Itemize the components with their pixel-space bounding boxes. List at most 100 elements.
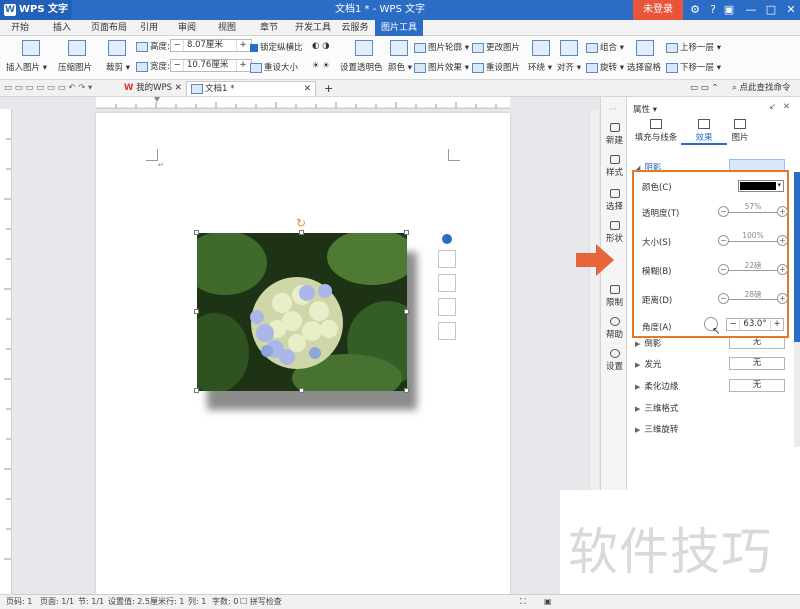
image-effects-button[interactable]: 图片效果 ▾ (414, 61, 469, 73)
resize-handle[interactable] (194, 230, 199, 235)
image-edit-icon[interactable] (438, 250, 456, 268)
status-words[interactable]: 字数: 0 (212, 595, 238, 609)
tab-chapter[interactable]: 章节 (254, 20, 284, 36)
minimize-icon[interactable]: — (742, 0, 760, 20)
plus-icon[interactable]: + (777, 206, 788, 217)
width-minus-icon[interactable]: − (171, 60, 183, 71)
plus-icon[interactable]: + (777, 293, 788, 304)
hydrangea-image[interactable] (197, 233, 407, 391)
plus-icon[interactable]: + (777, 235, 788, 246)
sidebar-item-shape[interactable]: 形状 (601, 221, 628, 244)
zoom-icon[interactable] (438, 274, 456, 292)
panel-close-icon[interactable]: ✕ (783, 102, 790, 112)
skin-icon[interactable]: ⚙ (686, 0, 704, 20)
format-3d-section[interactable]: ▶ 三维格式 (635, 402, 678, 414)
minus-icon[interactable]: − (718, 264, 729, 275)
crop-tool-icon[interactable] (438, 298, 456, 316)
glow-section[interactable]: ▶ 发光 (635, 358, 661, 370)
angle-value[interactable]: 63.0° (739, 319, 771, 330)
maximize-icon[interactable]: □ (762, 0, 780, 20)
restore-mode-icon[interactable]: ▣ (720, 0, 738, 20)
height-stepper[interactable]: −8.07厘米 + (170, 39, 252, 52)
tab-doc1[interactable]: 文档1 * ✕ (186, 81, 316, 96)
tab-developer[interactable]: 开发工具 (290, 20, 336, 36)
change-image-button[interactable]: 更改图片 (472, 41, 520, 53)
sidebar-item-restrict[interactable]: 限制 (601, 285, 628, 308)
panel-pin-icon[interactable]: ↙ (769, 102, 776, 112)
app-menu-button[interactable]: WWPS 文字 ▾ (0, 0, 72, 35)
reflection-section[interactable]: ▶ 倒影 (635, 337, 661, 349)
vertical-ruler[interactable] (0, 109, 12, 594)
tab-insert[interactable]: 插入 (46, 20, 78, 36)
height-value[interactable]: 8.07厘米 (183, 40, 237, 51)
width-plus-icon[interactable]: + (237, 60, 249, 71)
minus-icon[interactable]: − (718, 235, 729, 246)
rotate-handle-icon[interactable]: ↻ (296, 216, 306, 230)
group-button[interactable]: 组合 ▾ (586, 41, 624, 53)
insert-image-button[interactable]: 插入图片 ▾ (6, 61, 47, 73)
resize-handle[interactable] (194, 388, 199, 393)
transparency-slider[interactable]: − + 57% (718, 202, 788, 218)
command-search[interactable]: ⌕ 点此查找命令 (732, 81, 798, 95)
tab-view[interactable]: 视图 (212, 20, 242, 36)
view-mode-icon[interactable]: ⛶ (520, 595, 526, 609)
tab-reference[interactable]: 引用 (134, 20, 164, 36)
frame-icon[interactable] (438, 322, 456, 340)
sidebar-item-style[interactable]: 样式 (601, 155, 628, 178)
send-backward-button[interactable]: 下移一层 ▾ (666, 61, 721, 73)
contrast-buttons[interactable]: ◐ ◑ (312, 41, 330, 51)
width-stepper[interactable]: −10.76厘米 + (170, 59, 252, 72)
soft-edges-dropdown[interactable]: 无 (729, 379, 785, 392)
tab-start[interactable]: 开始 (2, 20, 38, 36)
width-value[interactable]: 10.76厘米 (183, 60, 237, 71)
height-plus-icon[interactable]: + (237, 40, 249, 51)
collapse-icon[interactable] (442, 234, 452, 244)
reset-image-button[interactable]: 重设图片 (472, 61, 520, 73)
plus-icon[interactable]: + (777, 264, 788, 275)
resize-handle[interactable] (404, 309, 409, 314)
size-slider[interactable]: − + 100% (718, 231, 788, 247)
brightness-buttons[interactable]: ☀ ☀ (312, 61, 330, 71)
resize-handle[interactable] (299, 388, 304, 393)
more-icon[interactable]: ··· (609, 105, 617, 114)
bring-forward-button[interactable]: 上移一层 ▾ (666, 41, 721, 53)
lock-ratio-checkbox[interactable]: 锁定纵横比 (250, 41, 303, 53)
selection-pane-button[interactable]: 选择窗格 (627, 61, 661, 73)
align-button[interactable]: 对齐 ▾ (557, 61, 581, 73)
tab-page-layout[interactable]: 页面布局 (84, 20, 134, 36)
tab-review[interactable]: 审阅 (172, 20, 202, 36)
close-tab-icon[interactable]: ✕ (304, 82, 311, 97)
full-screen-icon[interactable]: ▣ (544, 595, 552, 609)
height-minus-icon[interactable]: − (171, 40, 183, 51)
close-icon[interactable]: ✕ (782, 0, 800, 20)
horizontal-ruler[interactable] (96, 97, 510, 109)
resize-handle[interactable] (404, 230, 409, 235)
distance-slider[interactable]: − + 28磅 (718, 290, 788, 305)
angle-stepper[interactable]: −63.0° + (726, 318, 784, 331)
minus-icon[interactable]: − (718, 293, 729, 304)
sidebar-item-new[interactable]: 新建 (601, 123, 628, 146)
set-transparent-button[interactable]: 设置透明色 (340, 61, 383, 73)
soft-edges-section[interactable]: ▶ 柔化边缘 (635, 380, 678, 392)
sidebar-item-help[interactable]: 帮助 (601, 317, 628, 340)
rotate-button[interactable]: 旋转 ▾ (586, 61, 624, 73)
spell-check-toggle[interactable]: ☐ 拼写检查 (240, 595, 282, 609)
resize-handle[interactable] (194, 309, 199, 314)
resize-handle[interactable] (299, 230, 304, 235)
tab-fill-line[interactable]: 填充与线条 (633, 119, 679, 143)
reset-size-button[interactable]: 重设大小 (250, 61, 298, 73)
tab-picture[interactable]: 图片 (717, 119, 763, 143)
minus-icon[interactable]: − (718, 206, 729, 217)
minus-icon[interactable]: − (727, 319, 739, 330)
panel-toggle-icons[interactable]: ▭ ▭ ⌃ (690, 83, 719, 93)
image-outline-button[interactable]: 图片轮廓 ▾ (414, 41, 469, 53)
rotation-3d-section[interactable]: ▶ 三维旋转 (635, 423, 678, 435)
wrap-button[interactable]: 环绕 ▾ (528, 61, 552, 73)
new-tab-button[interactable]: + (320, 81, 334, 96)
compress-image-button[interactable]: 压缩图片 (58, 61, 92, 73)
blur-slider[interactable]: − + 22磅 (718, 261, 788, 276)
color-button[interactable]: 颜色 ▾ (388, 61, 412, 73)
login-button[interactable]: 未登录 (633, 0, 683, 20)
quick-access-icons[interactable]: ▭ ▭ ▭ ▭ ▭ ▭ ↶ ↷ ▾ (4, 83, 92, 93)
glow-dropdown[interactable]: 无 (729, 357, 785, 370)
